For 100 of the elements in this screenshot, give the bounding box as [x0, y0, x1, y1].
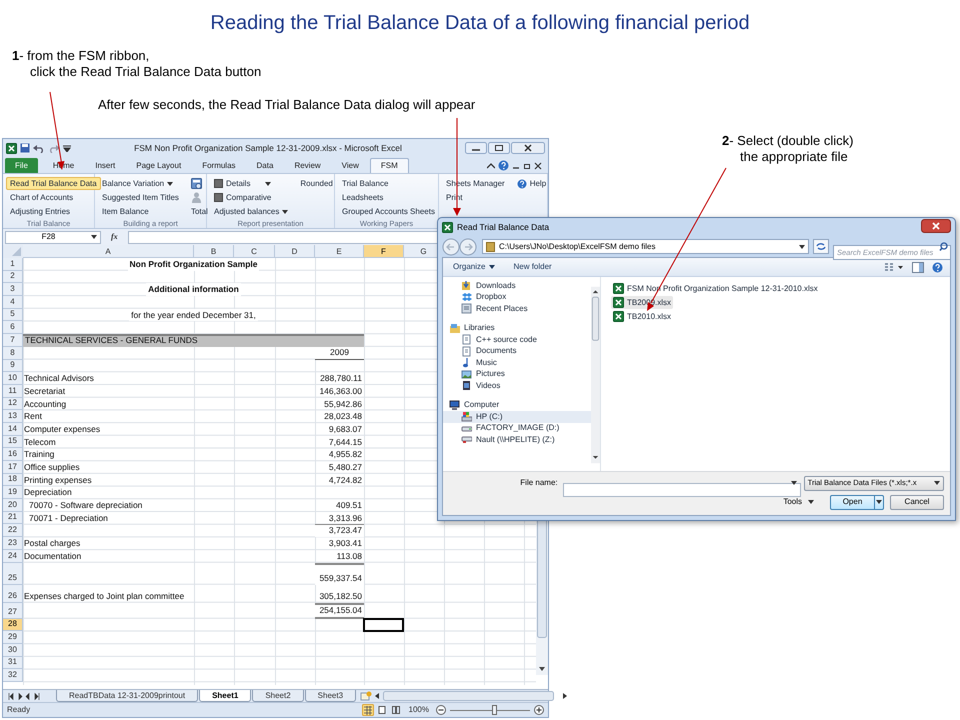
view-icon[interactable] [376, 704, 388, 716]
ribbon-button[interactable]: Grouped Accounts Sheets [338, 205, 439, 218]
row-header[interactable]: 2 [3, 270, 23, 284]
navigation-item[interactable]: Music [443, 357, 591, 368]
sheet-tab[interactable]: Sheet3 [304, 690, 356, 702]
maximize-icon[interactable] [488, 142, 510, 154]
view-icon[interactable] [390, 704, 402, 716]
row-header[interactable]: 11 [3, 384, 23, 398]
zoom-level[interactable]: 100% [406, 704, 432, 716]
ribbon-button[interactable]: Adjusting Entries [6, 205, 101, 218]
help-button[interactable]: Help [512, 177, 550, 190]
column-header[interactable]: B [194, 245, 234, 258]
row-header[interactable]: 29 [3, 631, 23, 644]
ribbon-tab[interactable]: Formulas [192, 158, 246, 173]
ribbon-menu-button[interactable]: Balance Variation [98, 177, 183, 190]
ribbon-menu-button[interactable]: Adjusted balances [210, 205, 292, 218]
file-name-field[interactable] [562, 482, 801, 496]
undo-icon[interactable] [33, 144, 45, 152]
row-header[interactable]: 10 [3, 372, 23, 385]
row-header[interactable]: 13 [3, 410, 23, 423]
sheet-tab[interactable]: Sheet1 [199, 690, 252, 702]
ribbon-tab[interactable]: FSM [370, 158, 409, 173]
ribbon-button[interactable]: Suggested Item Titles [98, 191, 183, 204]
row-header[interactable]: 26 [3, 584, 23, 602]
ribbon-toggle-button[interactable]: Comparative [210, 191, 292, 204]
ribbon-toggle-button[interactable]: Details [210, 177, 292, 190]
view-options-icon[interactable] [884, 262, 904, 272]
row-header[interactable]: 23 [3, 537, 23, 550]
help-icon[interactable] [498, 160, 509, 171]
column-header[interactable]: A [23, 245, 194, 258]
ribbon-tab[interactable]: Page Layout [126, 158, 192, 173]
function-button[interactable]: fx [105, 231, 124, 243]
collapse-icon[interactable] [487, 162, 495, 168]
navigation-scrollbar[interactable] [591, 277, 601, 471]
file-item[interactable]: TB2010.xlsx [611, 310, 674, 323]
save-icon[interactable] [20, 143, 30, 153]
row-header[interactable]: 16 [3, 448, 23, 461]
row-header[interactable]: 9 [3, 360, 23, 372]
row-header[interactable]: 17 [3, 461, 23, 474]
column-header[interactable]: D [275, 245, 315, 258]
row-header[interactable]: 8 [3, 346, 23, 360]
close-icon[interactable] [534, 162, 542, 170]
view-icon[interactable] [362, 704, 374, 716]
zoom-in-icon[interactable] [534, 705, 544, 715]
sheet-tab[interactable]: ReadTBData 12-31-2009printout [56, 690, 198, 702]
ribbon-tab[interactable]: Review [284, 158, 331, 173]
navigation-item[interactable]: Dropbox [443, 292, 591, 303]
navigation-heading[interactable]: Libraries [443, 322, 591, 334]
row-header[interactable]: 22 [3, 524, 23, 538]
close-icon[interactable] [511, 142, 545, 154]
navigation-item[interactable]: C++ source code [443, 334, 591, 346]
column-header[interactable]: C [234, 245, 275, 258]
navigation-item[interactable]: Pictures [443, 368, 591, 380]
zoom-slider[interactable] [450, 705, 530, 715]
slider-thumb[interactable] [492, 705, 496, 715]
zoom-out-icon[interactable] [436, 705, 446, 715]
row-header[interactable]: 7 [3, 334, 23, 347]
row-header[interactable]: 14 [3, 422, 23, 436]
row-header[interactable]: 24 [3, 550, 23, 562]
row-header[interactable]: 31 [3, 656, 23, 670]
row-header[interactable]: 18 [3, 474, 23, 486]
sheet-tab[interactable]: Sheet2 [252, 690, 304, 702]
address-bar[interactable]: C:\Users\JNo\Desktop\ExcelFSM demo files [482, 239, 809, 254]
customize-icon[interactable] [63, 144, 71, 152]
ribbon-tab[interactable]: Data [246, 158, 284, 173]
cancel-button[interactable]: Cancel [890, 494, 944, 510]
navigation-item[interactable]: Downloads [443, 280, 591, 292]
redo-icon[interactable] [48, 144, 60, 152]
navigation-item[interactable]: Recent Places [443, 303, 591, 314]
row-header[interactable]: 21 [3, 512, 23, 524]
row-header[interactable]: 3 [3, 283, 23, 296]
ribbon-button[interactable]: Leadsheets [338, 191, 439, 204]
ribbon-button[interactable]: Chart of Accounts [6, 191, 101, 204]
ribbon-button[interactable]: Rounded [296, 177, 337, 190]
column-header[interactable]: E [315, 245, 364, 258]
navigation-item[interactable]: Videos [443, 380, 591, 392]
navigation-item[interactable]: FACTORY_IMAGE (D:) [443, 422, 591, 434]
close-icon[interactable] [921, 218, 951, 232]
row-header[interactable]: 1 [3, 258, 23, 271]
row-header[interactable]: 19 [3, 486, 23, 500]
ribbon-button[interactable]: Trial Balance [338, 177, 439, 190]
row-header[interactable]: 32 [3, 669, 23, 682]
row-header[interactable]: 6 [3, 321, 23, 334]
row-header[interactable]: 12 [3, 398, 23, 410]
toolbar-menu-button[interactable]: Organize [447, 260, 502, 274]
refresh-icon[interactable] [813, 239, 829, 254]
preview-pane-icon[interactable] [912, 262, 924, 272]
column-header[interactable]: F [364, 245, 404, 258]
navigation-item[interactable]: Nault (\\HPELITE) (Z:) [443, 434, 591, 446]
row-header[interactable]: 4 [3, 296, 23, 309]
row-header[interactable]: 25 [3, 562, 23, 584]
minimize-icon[interactable] [465, 142, 487, 154]
open-button[interactable]: Open [830, 494, 884, 510]
active-cell[interactable] [363, 618, 404, 632]
row-header[interactable]: 30 [3, 644, 23, 657]
tools-menu-button[interactable]: Tools [779, 495, 818, 509]
ribbon-button[interactable]: Read Trial Balance Data [6, 177, 101, 190]
name-box[interactable]: F28 [5, 230, 101, 244]
row-header[interactable]: 15 [3, 436, 23, 448]
ribbon-tab[interactable]: Insert [85, 158, 126, 173]
